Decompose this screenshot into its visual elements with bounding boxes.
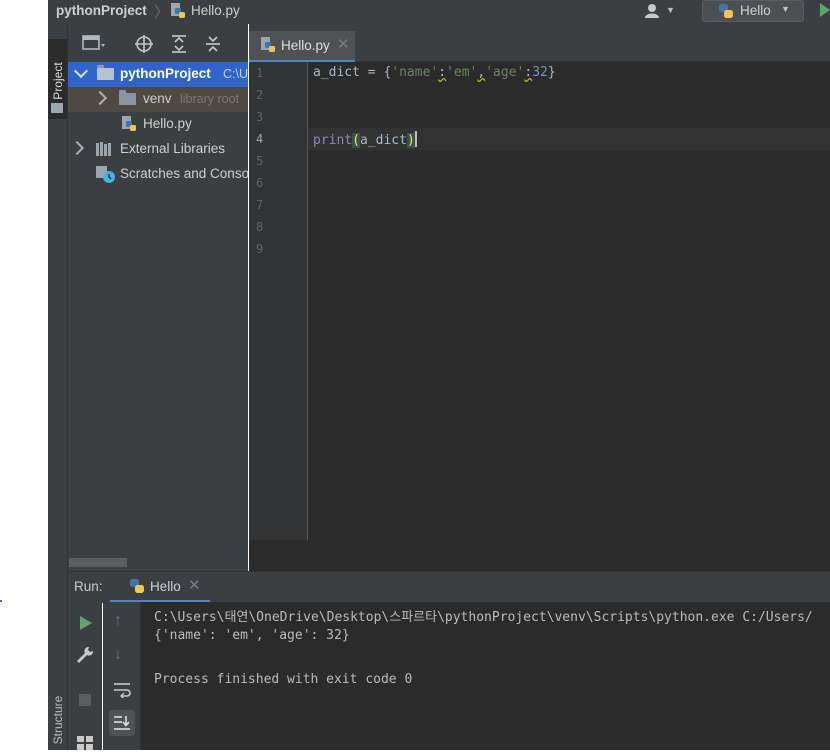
chevron-down-icon: ▼ xyxy=(781,4,790,14)
editor-tab-label: Hello.py xyxy=(281,38,330,53)
view-options-icon[interactable] xyxy=(82,35,105,51)
soft-wrap-icon[interactable] xyxy=(113,682,131,701)
rerun-icon[interactable] xyxy=(80,616,92,630)
tree-item-scratches[interactable]: Scratches and Consoles xyxy=(68,162,248,187)
wrench-icon[interactable] xyxy=(76,646,94,667)
chevron-right-icon[interactable] xyxy=(92,90,108,106)
run-console-output[interactable]: C:\Users\태연\OneDrive\Desktop\스파르타\python… xyxy=(141,602,830,750)
code-builtin: print xyxy=(313,133,353,148)
navigation-bar: pythonProject 〉 Hello.py ▼ Hello ▼ xyxy=(48,0,830,24)
editor-bottom-area xyxy=(249,540,830,571)
python-icon xyxy=(717,3,735,22)
scroll-to-end-button[interactable] xyxy=(109,710,135,736)
tree-item-hint: library root xyxy=(180,92,240,106)
locate-file-icon[interactable] xyxy=(135,35,153,53)
close-icon[interactable]: ✕ xyxy=(337,35,350,53)
line-number: 7 xyxy=(256,198,264,212)
tree-item-label: venv xyxy=(143,91,172,106)
console-line: {'name': 'em', 'age': 32} xyxy=(154,628,350,643)
project-tool-label: Project xyxy=(51,62,65,100)
folder-icon xyxy=(51,103,63,113)
folder-icon xyxy=(119,90,136,105)
user-icon[interactable] xyxy=(644,3,662,22)
horizontal-scrollbar[interactable] xyxy=(68,556,248,569)
line-number: 3 xyxy=(256,110,264,124)
tree-item-label: External Libraries xyxy=(120,141,226,156)
text-caret xyxy=(414,131,417,147)
code-string: 'name' xyxy=(391,65,439,80)
tree-item-label: Scratches and Consoles xyxy=(120,166,248,181)
breadcrumb-project[interactable]: pythonProject xyxy=(56,3,147,18)
python-file-icon xyxy=(260,37,276,56)
line-number: 5 xyxy=(256,154,264,168)
scrollbar-thumb[interactable] xyxy=(69,558,127,567)
line-number: 6 xyxy=(256,176,264,190)
decorative-dot xyxy=(0,600,2,602)
code-line-4[interactable]: print(a_dict) xyxy=(313,131,417,148)
code-string: 'age' xyxy=(485,65,525,80)
code-token: : xyxy=(438,65,447,80)
run-configuration-label: Hello xyxy=(740,3,771,18)
code-token: : xyxy=(524,65,533,80)
structure-tool-button[interactable]: Structure xyxy=(51,688,65,752)
chevron-down-icon[interactable] xyxy=(73,63,89,79)
console-line: Process finished with exit code 0 xyxy=(154,672,413,687)
run-icon[interactable] xyxy=(820,3,830,17)
tree-item-external-libraries[interactable]: External Libraries xyxy=(68,137,248,162)
tree-item-hello-py[interactable]: Hello.py xyxy=(68,112,248,137)
code-string: 'em' xyxy=(446,65,478,80)
python-file-icon xyxy=(170,3,186,22)
line-number: 8 xyxy=(256,220,264,234)
run-configuration-selector[interactable]: Hello ▼ xyxy=(702,0,804,22)
project-panel: pythonProject C:\U venv library root Hel… xyxy=(68,23,248,571)
python-icon xyxy=(128,578,146,597)
line-number-gutter: 1 2 3 4 5 6 7 8 9 xyxy=(249,62,308,540)
code-bracket: ( xyxy=(352,133,360,148)
library-icon xyxy=(96,142,114,159)
code-token: } xyxy=(547,65,556,80)
tree-item-label: pythonProject xyxy=(120,66,211,81)
run-tab-hello[interactable]: Hello ✕ xyxy=(110,572,210,603)
run-panel-header: Run: Hello ✕ xyxy=(68,571,830,603)
stop-icon[interactable] xyxy=(79,694,91,706)
editor-tab-hello-py[interactable]: Hello.py ✕ xyxy=(249,31,355,63)
folder-icon xyxy=(97,65,114,80)
run-tab-label: Hello xyxy=(150,579,181,594)
breadcrumb-file[interactable]: Hello.py xyxy=(191,3,240,18)
run-toolbar-secondary: ↑ ↓ xyxy=(103,602,141,750)
breadcrumb-separator: 〉 xyxy=(154,4,170,21)
line-number: 2 xyxy=(256,88,264,102)
layout-icon[interactable] xyxy=(77,736,93,753)
collapse-all-icon[interactable] xyxy=(204,35,222,52)
line-number-current: 4 xyxy=(256,132,264,146)
console-line: C:\Users\태연\OneDrive\Desktop\스파르타\python… xyxy=(154,610,813,625)
run-toolbar-primary xyxy=(68,602,102,750)
expand-all-icon[interactable] xyxy=(170,35,188,53)
code-number: 32 xyxy=(532,65,548,80)
tree-item-path: C:\U xyxy=(223,67,248,81)
tree-item-label: Hello.py xyxy=(143,116,192,131)
code-bracket: ) xyxy=(406,133,415,148)
scratches-icon xyxy=(96,166,116,187)
chevron-right-icon[interactable] xyxy=(69,140,85,156)
tree-item-venv[interactable]: venv library root xyxy=(68,87,248,112)
python-file-icon xyxy=(121,116,137,135)
code-token: a_dict = { xyxy=(313,65,392,80)
arrow-down-icon[interactable]: ↓ xyxy=(114,646,122,664)
chevron-down-icon[interactable]: ▼ xyxy=(666,5,675,15)
code-line-1[interactable]: a_dict = {'name':'em','age':32} xyxy=(313,65,556,80)
run-panel-title: Run: xyxy=(74,579,103,594)
project-toolbar xyxy=(68,23,248,61)
tool-window-stripe: Project Structure xyxy=(48,23,68,750)
code-token: a_dict xyxy=(359,133,407,148)
line-number: 1 xyxy=(256,66,264,80)
tree-item-project-root[interactable]: pythonProject C:\U xyxy=(68,62,248,87)
arrow-up-icon[interactable]: ↑ xyxy=(114,612,122,630)
close-icon[interactable]: ✕ xyxy=(188,576,201,594)
line-number: 9 xyxy=(256,242,264,256)
code-editor[interactable]: a_dict = {'name':'em','age':32} print(a_… xyxy=(308,62,830,540)
project-tool-button[interactable]: Project xyxy=(48,39,67,119)
scroll-to-end-icon xyxy=(113,715,131,734)
editor-tab-bar: Hello.py ✕ xyxy=(249,23,830,63)
